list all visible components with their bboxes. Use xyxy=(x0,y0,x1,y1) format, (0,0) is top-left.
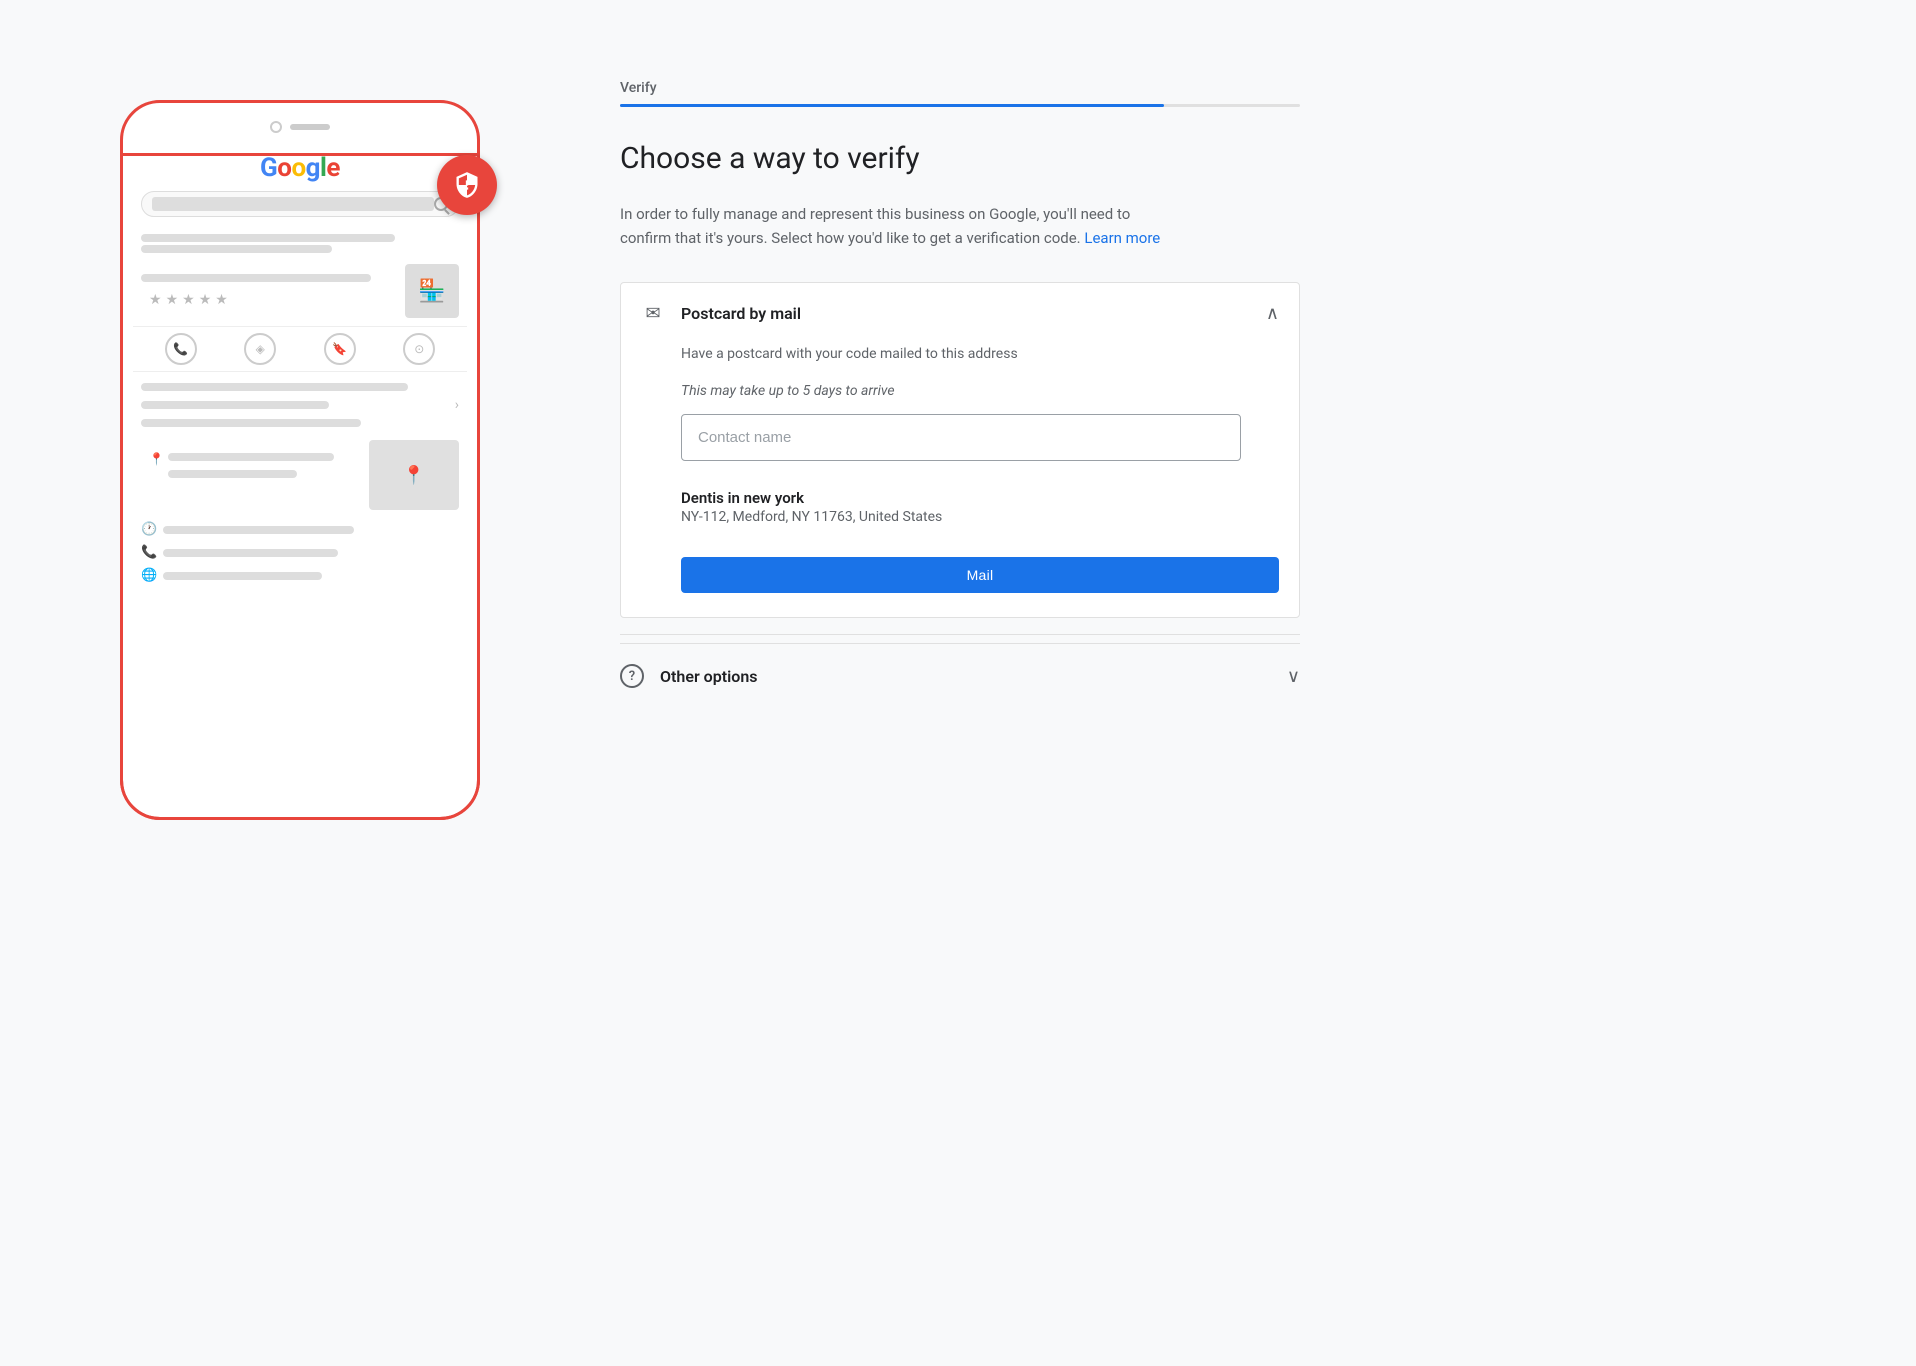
progress-bar-track xyxy=(620,104,1300,107)
business-card-lines: ★ ★ ★ ★ ★ xyxy=(141,271,397,312)
clock-icon: 🕐 xyxy=(141,522,157,537)
skeleton-lines-top xyxy=(133,227,467,260)
info-row-clock: 🕐 xyxy=(133,518,467,541)
chevron-lines-1 xyxy=(141,380,455,430)
contact-name-input[interactable] xyxy=(681,414,1241,461)
directions-icon: ◈ xyxy=(244,333,276,365)
icon-row: 📞 ◈ 🔖 ⊙ xyxy=(133,326,467,372)
business-info: Dentis in new york NY-112, Medford, NY 1… xyxy=(681,489,1279,525)
business-icon-box: 🏪 xyxy=(405,264,459,318)
map-text-lines: 📍 xyxy=(141,440,361,510)
save-icon: 🔖 xyxy=(324,333,356,365)
business-name: Dentis in new york xyxy=(681,489,1279,507)
postcard-desc-line1: Have a postcard with your code mailed to… xyxy=(681,344,1279,365)
business-address: NY-112, Medford, NY 11763, United States xyxy=(681,509,1279,525)
other-options-title: Other options xyxy=(660,667,1300,686)
phone-status-bar xyxy=(133,117,467,137)
phone-content: Google ★ xyxy=(133,143,467,803)
phone-search-bar xyxy=(141,191,459,217)
postcard-accordion: ✉ Postcard by mail ∧ Have a postcard wit… xyxy=(620,282,1300,618)
chevron-up-icon: ∧ xyxy=(1266,303,1279,324)
map-icon: 📍 xyxy=(403,465,425,486)
search-bar-text xyxy=(152,197,434,211)
phone-icon: 📞 xyxy=(165,333,197,365)
question-circle-icon: ? xyxy=(620,664,644,688)
phone-section: Google ★ xyxy=(60,80,540,820)
chevron-right-icon: › xyxy=(455,397,459,413)
divider xyxy=(620,634,1300,635)
postcard-accordion-header[interactable]: ✉ Postcard by mail ∧ xyxy=(621,283,1299,344)
chevron-row-1: › xyxy=(133,378,467,432)
globe-icon: 🌐 xyxy=(141,568,157,583)
pin-icon: 📍 xyxy=(149,452,164,466)
right-panel: Verify Choose a way to verify In order t… xyxy=(620,80,1300,708)
stars-row: ★ ★ ★ ★ ★ xyxy=(141,288,397,312)
progress-bar-fill xyxy=(620,104,1164,107)
google-logo: Google xyxy=(260,153,340,183)
mail-envelope-icon: ✉ xyxy=(641,303,665,324)
postcard-accordion-body: Have a postcard with your code mailed to… xyxy=(621,344,1299,617)
description-body: In order to fully manage and represent t… xyxy=(620,205,1130,247)
progress-section: Verify xyxy=(620,80,1300,107)
page-wrapper: Google ★ xyxy=(0,0,1916,1366)
map-pin-row: 📍 xyxy=(141,448,361,483)
info-row-web: 🌐 xyxy=(133,564,467,587)
shield-icon xyxy=(453,171,481,199)
page-title: Choose a way to verify xyxy=(620,139,1300,178)
mail-button[interactable]: Mail xyxy=(681,557,1279,593)
map-placeholder: 📍 xyxy=(369,440,459,510)
google-logo-row: Google xyxy=(133,143,467,191)
phone-camera xyxy=(270,121,282,133)
other-options-header[interactable]: ? Other options ∨ xyxy=(620,644,1300,708)
info-row-phone: 📞 xyxy=(133,541,467,564)
postcard-desc-line2: This may take up to 5 days to arrive xyxy=(681,381,1279,402)
more-icon: ⊙ xyxy=(403,333,435,365)
description-text: In order to fully manage and represent t… xyxy=(620,202,1180,250)
business-card: ★ ★ ★ ★ ★ 🏪 xyxy=(133,260,467,322)
telephone-icon: 📞 xyxy=(141,545,157,560)
phone-frame: Google ★ xyxy=(120,100,480,820)
progress-label: Verify xyxy=(620,80,1300,96)
other-options-section: ? Other options ∨ xyxy=(620,643,1300,708)
shield-badge xyxy=(437,155,497,215)
store-icon: 🏪 xyxy=(418,279,445,304)
chevron-down-icon: ∨ xyxy=(1287,666,1300,687)
learn-more-link[interactable]: Learn more xyxy=(1084,229,1160,247)
map-section: 📍 📍 xyxy=(133,436,467,514)
postcard-title: Postcard by mail xyxy=(681,304,1279,323)
phone-speaker xyxy=(290,124,330,130)
